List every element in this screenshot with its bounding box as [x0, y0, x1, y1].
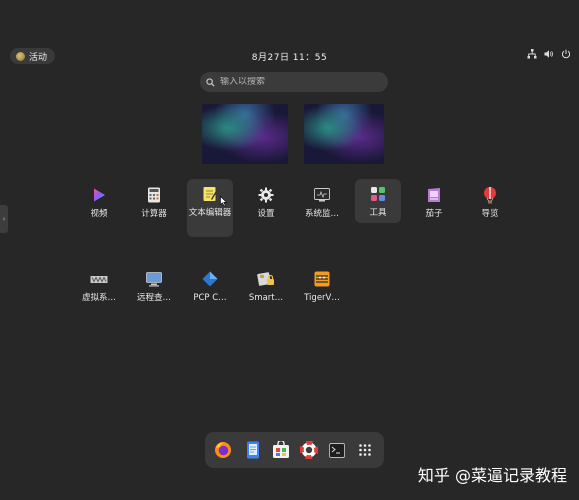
app-calculator[interactable]: 计算器: [131, 180, 177, 236]
show-apps-grid-icon: [359, 444, 371, 456]
top-bar: 活动 8月27日 11：55: [0, 46, 579, 66]
app-text-editor[interactable]: 文本编辑器: [187, 179, 233, 237]
dock: [205, 432, 384, 468]
app-label: 系统监…: [304, 209, 339, 219]
app-system-monitor[interactable]: 系统监…: [299, 180, 345, 236]
watermark: 知乎 @菜逼记录教程: [417, 466, 567, 485]
app-virtual-machine[interactable]: 虚拟系…: [76, 264, 122, 320]
app-settings[interactable]: 设置: [243, 180, 289, 236]
chevron-right-icon: ›: [2, 215, 6, 223]
app-cheese[interactable]: 茄子: [411, 180, 457, 236]
desktop-screen: 活动 8月27日 11：55 输入以搜索 视频 计算器 文本编辑器 设置 系统监…: [0, 0, 579, 500]
app-label: 工具: [369, 208, 387, 218]
app-tour[interactable]: 导览: [467, 180, 513, 236]
tour-balloon-icon: [481, 186, 499, 204]
workspace-thumbnail-2[interactable]: [304, 104, 384, 164]
app-video[interactable]: 视频: [76, 180, 122, 236]
gear-icon: [257, 186, 275, 204]
search-bar[interactable]: [200, 72, 388, 92]
remote-viewer-icon: [145, 270, 163, 288]
video-player-icon: [90, 186, 108, 204]
app-label: 视频: [90, 209, 108, 219]
app-label: 虚拟系…: [81, 293, 116, 303]
app-label: 计算器: [141, 209, 167, 219]
left-workspace-handle[interactable]: ›: [0, 205, 8, 233]
terminal-icon: [329, 442, 345, 458]
software-store-icon: [273, 441, 289, 458]
dock-help[interactable]: [299, 440, 319, 460]
volume-icon: [544, 50, 553, 58]
dock-show-apps[interactable]: [355, 440, 375, 460]
power-icon: [561, 49, 571, 59]
cheese-camera-icon: [425, 186, 443, 204]
dock-terminal[interactable]: [327, 440, 347, 460]
dock-notes[interactable]: [243, 440, 263, 460]
status-area[interactable]: [527, 49, 571, 59]
app-label: PCP C…: [193, 293, 227, 303]
clock[interactable]: 8月27日 11：55: [0, 50, 579, 63]
system-monitor-icon: [313, 186, 331, 204]
text-editor-icon: [201, 185, 219, 203]
tools-folder-icon: [369, 185, 387, 203]
app-label: Smart…: [248, 293, 284, 303]
calculator-icon: [145, 186, 163, 204]
dock-firefox[interactable]: [213, 440, 233, 460]
app-label: 文本编辑器: [188, 208, 232, 218]
search-input[interactable]: [220, 77, 370, 87]
app-label: TigerV…: [304, 293, 340, 303]
workspace-thumbnail-1[interactable]: [202, 104, 288, 164]
app-label: 茄子: [425, 209, 443, 219]
dock-software[interactable]: [271, 440, 291, 460]
notes-icon: [247, 441, 259, 459]
app-tigervnc[interactable]: TigerV…: [299, 264, 345, 320]
smartcard-lock-icon: [257, 270, 275, 288]
app-smartcard[interactable]: Smart…: [243, 264, 289, 320]
app-pcp-charts[interactable]: PCP C…: [187, 264, 233, 320]
mouse-cursor-icon: [220, 196, 228, 207]
search-icon: [200, 77, 220, 87]
tigervnc-icon: [313, 270, 331, 288]
app-remote-viewer[interactable]: 远程查…: [131, 264, 177, 320]
network-icon: [527, 49, 537, 59]
app-label: 导览: [481, 209, 499, 219]
firefox-icon: [215, 442, 231, 458]
app-label: 远程查…: [136, 293, 171, 303]
pcp-charts-icon: [201, 270, 219, 288]
app-tools-folder[interactable]: 工具: [355, 179, 401, 223]
virtual-machine-icon: [90, 270, 108, 288]
help-lifebuoy-icon: [300, 441, 318, 459]
app-label: 设置: [257, 209, 275, 219]
